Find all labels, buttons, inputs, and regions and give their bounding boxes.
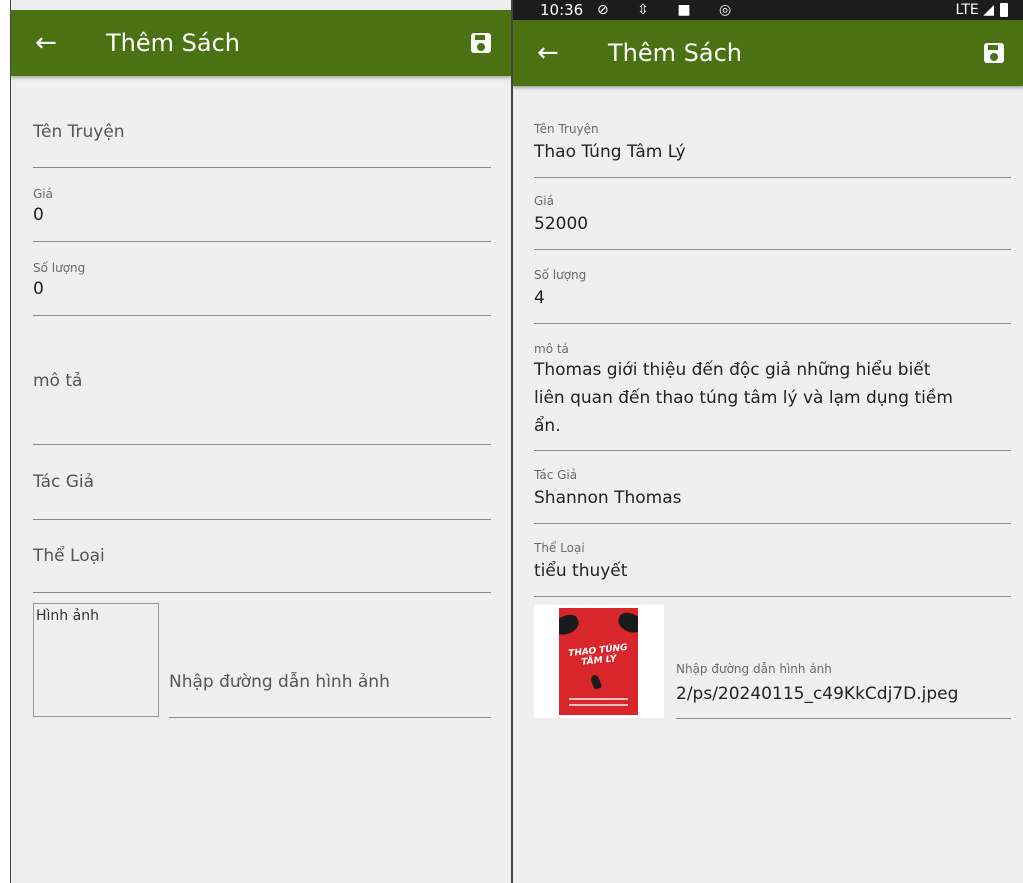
status-bar: 10:36 ⊘ ⇳ ■ ◎ LTE ◢	[513, 0, 1023, 20]
the-loai-hint: Thể Loại	[33, 546, 105, 566]
book-cover: THAO TÚNG TÂM LÝ	[559, 608, 638, 715]
image-url-hint: Nhập đường dẫn hình ảnh	[169, 672, 390, 692]
so-luong-field[interactable]: Số lượng 0	[33, 259, 491, 317]
field-underline	[534, 523, 1011, 524]
ten-truyen-hint: Tên Truyện	[33, 122, 125, 142]
tac-gia-hint: Tác Giả	[33, 472, 95, 492]
field-underline	[534, 323, 1011, 324]
the-loai-value: tiểu thuyết	[534, 561, 628, 581]
gia-label: Giá	[33, 187, 53, 201]
gia-value: 52000	[534, 214, 589, 234]
field-underline	[33, 444, 491, 445]
back-arrow-icon[interactable]: ←	[537, 20, 559, 86]
field-underline	[33, 592, 491, 593]
left-screen: ← Thêm Sách Tên Truyện Giá 0 Số lượng 0 …	[10, 0, 512, 883]
field-underline	[534, 249, 1011, 250]
ten-truyen-label: Tên Truyện	[534, 122, 599, 136]
field-underline	[534, 450, 1011, 451]
running-figure-icon	[589, 674, 603, 690]
gia-value: 0	[33, 205, 44, 225]
gia-label: Giá	[534, 194, 554, 208]
cover-text-line	[569, 704, 628, 706]
image-url-label: Nhập đường dẫn hình ảnh	[676, 662, 832, 676]
app-bar: ← Thêm Sách	[11, 10, 511, 76]
field-underline	[33, 241, 491, 242]
field-underline	[33, 315, 491, 316]
cover-title: THAO TÚNG TÂM LÝ	[567, 642, 629, 668]
field-underline	[534, 177, 1011, 178]
mo-ta-field[interactable]: mô tả Thomas giới thiệu đến độc giả nhữn…	[534, 340, 1011, 454]
status-time: 10:36	[540, 1, 584, 19]
page-title: Thêm Sách	[106, 29, 240, 57]
mo-ta-hint: mô tả	[33, 371, 83, 391]
battery-icon	[1000, 3, 1008, 17]
tac-gia-field[interactable]: Tác Giả	[33, 460, 491, 522]
gia-field[interactable]: Giá 0	[33, 185, 491, 243]
mo-ta-field[interactable]: mô tả	[33, 335, 491, 447]
so-luong-label: Số lượng	[534, 268, 587, 282]
tac-gia-value: Shannon Thomas	[534, 488, 682, 508]
the-loai-field[interactable]: Thể Loại tiểu thuyết	[534, 539, 1011, 599]
save-icon[interactable]	[984, 43, 1004, 63]
image-url-field[interactable]: Nhập đường dẫn hình ảnh	[169, 660, 491, 720]
page-title: Thêm Sách	[608, 39, 742, 67]
save-icon[interactable]	[471, 33, 491, 53]
tac-gia-label: Tác Giả	[534, 468, 578, 482]
field-underline	[676, 718, 1011, 719]
cover-text-line	[569, 698, 628, 700]
mo-ta-line-3: ẩn.	[534, 416, 561, 436]
book-cover-image: THAO TÚNG TÂM LÝ	[534, 605, 664, 718]
hand-shape	[615, 610, 638, 636]
ten-truyen-field[interactable]: Tên Truyện	[33, 110, 491, 170]
field-underline	[33, 167, 491, 168]
image-url-field[interactable]: Nhập đường dẫn hình ảnh 2/ps/20240115_c4…	[676, 660, 1011, 722]
mo-ta-line-1: Thomas giới thiệu đến độc giả những hiểu…	[534, 360, 931, 380]
so-luong-value: 4	[534, 288, 545, 308]
so-luong-label: Số lượng	[33, 261, 86, 275]
tac-gia-field[interactable]: Tác Giả Shannon Thomas	[534, 466, 1011, 526]
image-url-value: 2/ps/20240115_c49KkCdj7D.jpeg	[676, 684, 959, 704]
so-luong-field[interactable]: Số lượng 4	[534, 266, 1011, 326]
mo-ta-line-2: liên quan đến thao túng tâm lý và lạm dụ…	[534, 388, 953, 408]
hinh-anh-label: Hình ảnh	[36, 608, 99, 624]
the-loai-field[interactable]: Thể Loại	[33, 535, 491, 595]
ten-truyen-field[interactable]: Tên Truyện Thao Túng Tâm Lý	[534, 120, 1011, 180]
hand-shape	[559, 612, 582, 638]
so-luong-value: 0	[33, 279, 44, 299]
field-underline	[33, 519, 491, 520]
app-bar: ← Thêm Sách	[513, 20, 1023, 86]
network-icon: LTE ◢	[955, 2, 995, 18]
back-arrow-icon[interactable]: ←	[35, 10, 57, 76]
the-loai-label: Thể Loại	[534, 541, 585, 555]
field-underline	[169, 717, 491, 718]
field-underline	[534, 596, 1011, 597]
gia-field[interactable]: Giá 52000	[534, 192, 1011, 252]
ten-truyen-value: Thao Túng Tâm Lý	[534, 142, 686, 162]
status-icons: ⊘ ⇳ ■ ◎	[597, 2, 744, 18]
mo-ta-label: mô tả	[534, 342, 569, 356]
image-preview: Hình ảnh	[33, 603, 159, 717]
